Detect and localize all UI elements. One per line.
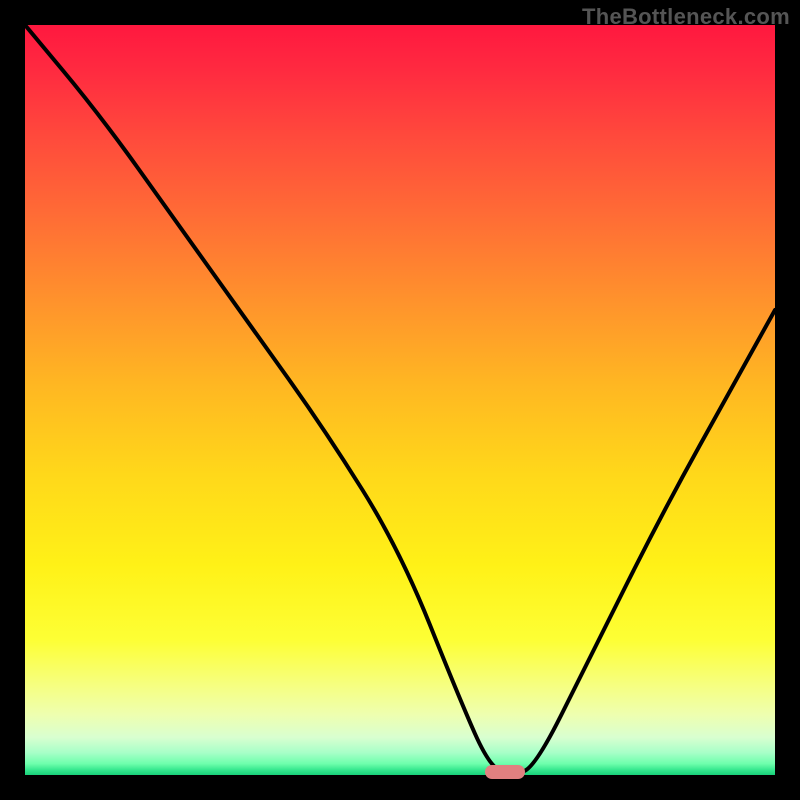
optimum-marker	[485, 765, 525, 779]
plot-area	[25, 25, 775, 775]
bottleneck-curve-path	[25, 25, 775, 773]
watermark-text: TheBottleneck.com	[582, 4, 790, 30]
curve-svg	[25, 25, 775, 775]
chart-frame: TheBottleneck.com	[0, 0, 800, 800]
